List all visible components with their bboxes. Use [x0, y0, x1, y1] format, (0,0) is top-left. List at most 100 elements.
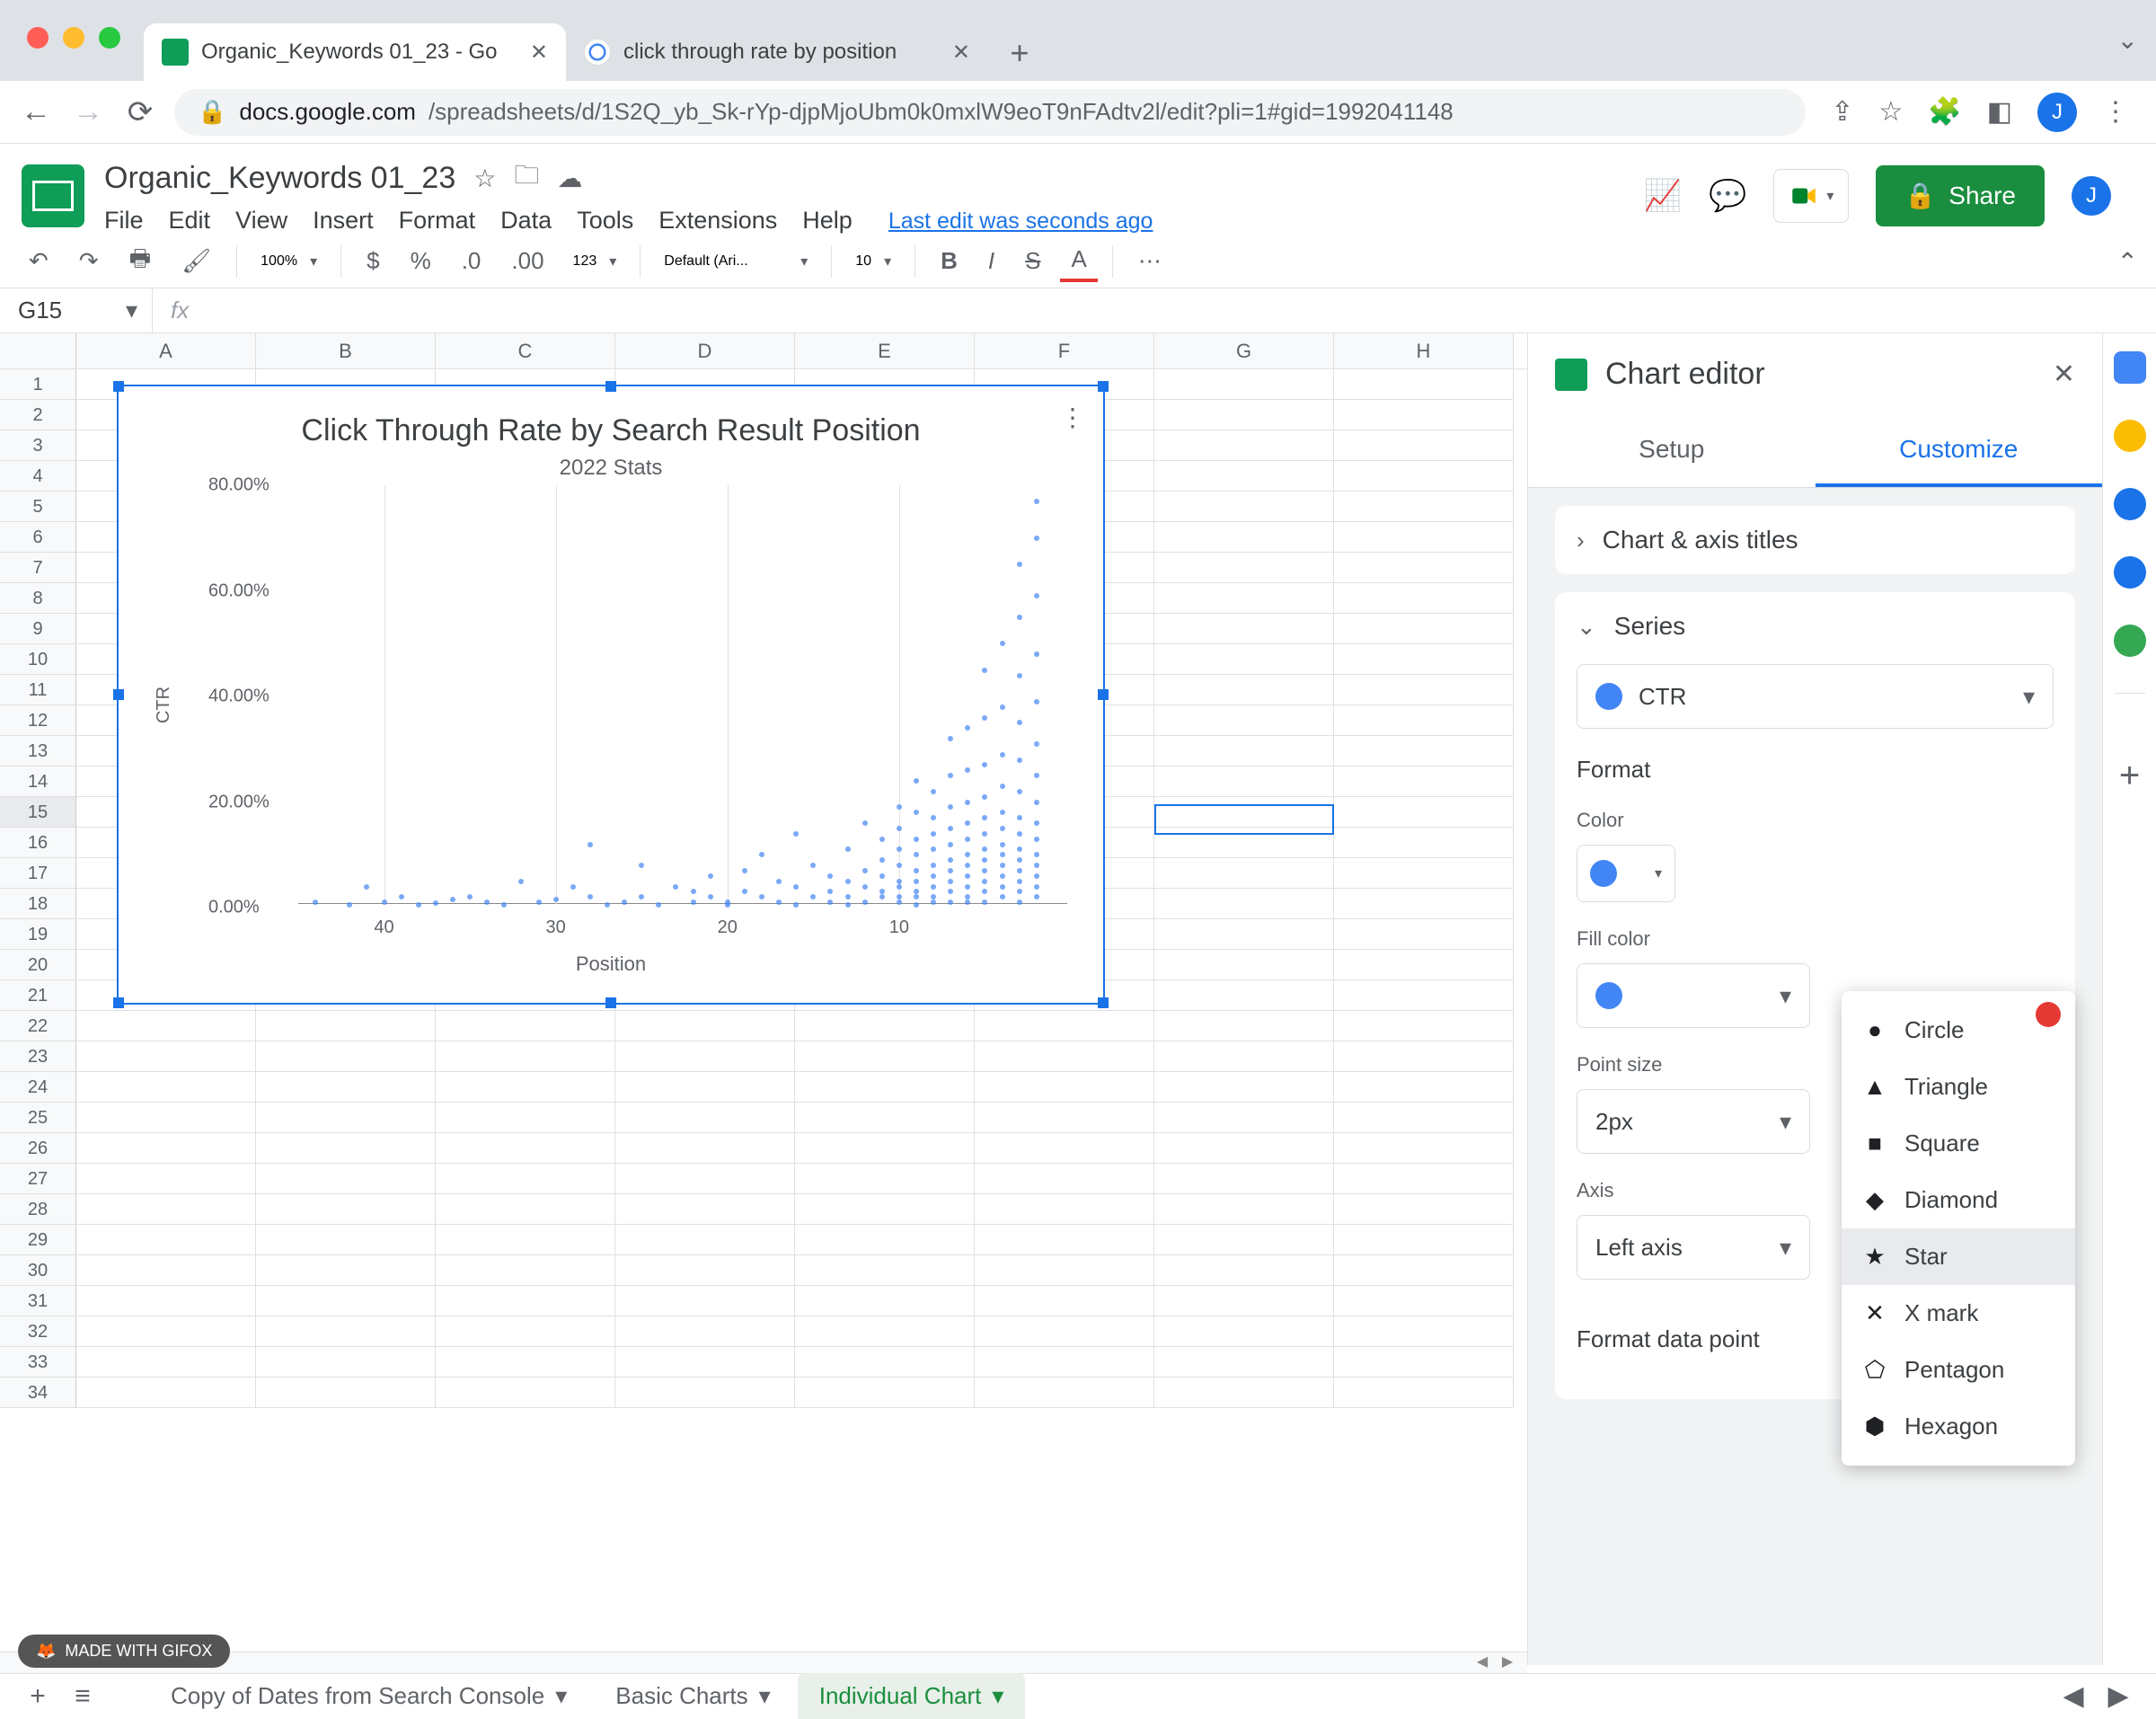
cell[interactable]	[1154, 369, 1334, 400]
cell[interactable]	[615, 1316, 795, 1347]
cell[interactable]	[1154, 1316, 1334, 1347]
cell[interactable]	[1154, 950, 1334, 980]
row-header[interactable]: 27	[0, 1164, 76, 1194]
cell[interactable]	[795, 1378, 975, 1408]
row-header[interactable]: 22	[0, 1011, 76, 1041]
cell[interactable]	[795, 1286, 975, 1316]
cell[interactable]	[76, 1225, 256, 1255]
cell[interactable]	[1154, 1194, 1334, 1225]
cell[interactable]	[795, 1347, 975, 1378]
formula-bar[interactable]	[207, 288, 2156, 332]
col-header[interactable]: D	[615, 333, 795, 368]
menu-format[interactable]: Format	[399, 207, 476, 235]
col-header[interactable]: F	[975, 333, 1154, 368]
row-header[interactable]: 29	[0, 1225, 76, 1255]
font-size-select[interactable]: 10▾	[846, 253, 900, 270]
share-button[interactable]: 🔒 Share	[1876, 165, 2045, 226]
cell[interactable]	[1154, 766, 1334, 797]
star-icon[interactable]: ☆	[1878, 96, 1903, 128]
tab-customize[interactable]: Customize	[1816, 415, 2103, 487]
menu-insert[interactable]: Insert	[313, 207, 374, 235]
cell[interactable]	[256, 1133, 436, 1164]
cell[interactable]	[1154, 1225, 1334, 1255]
cell[interactable]	[1334, 889, 1514, 919]
cell[interactable]	[615, 1103, 795, 1133]
increase-decimal-button[interactable]: .00	[500, 242, 554, 280]
cell[interactable]	[436, 1316, 615, 1347]
italic-button[interactable]: I	[977, 242, 1005, 280]
cell[interactable]	[615, 1255, 795, 1286]
shape-option-square[interactable]: ■Square	[1842, 1115, 2075, 1172]
cell[interactable]	[615, 1286, 795, 1316]
cell[interactable]	[76, 1286, 256, 1316]
cell[interactable]	[615, 1194, 795, 1225]
row-header[interactable]: 16	[0, 828, 76, 858]
cell[interactable]	[1334, 675, 1514, 705]
cell[interactable]	[975, 1133, 1154, 1164]
percent-button[interactable]: %	[400, 242, 442, 280]
cell[interactable]	[615, 1164, 795, 1194]
cell[interactable]	[436, 1103, 615, 1133]
cell[interactable]	[1154, 889, 1334, 919]
cell[interactable]	[1154, 980, 1334, 1011]
cell[interactable]	[1334, 1164, 1514, 1194]
cell[interactable]	[1154, 1133, 1334, 1164]
cell[interactable]	[1154, 430, 1334, 461]
scroll-sheets-left[interactable]: ◀	[2054, 1677, 2093, 1716]
row-header[interactable]: 32	[0, 1316, 76, 1347]
cell[interactable]	[1334, 553, 1514, 583]
row-header[interactable]: 6	[0, 522, 76, 553]
cell[interactable]	[1334, 1255, 1514, 1286]
reload-button[interactable]: ⟳	[122, 94, 158, 130]
format-123-button[interactable]: 123▾	[564, 253, 626, 270]
tab-setup[interactable]: Setup	[1528, 415, 1816, 487]
row-header[interactable]: 3	[0, 430, 76, 461]
cell[interactable]	[256, 1316, 436, 1347]
panel-icon[interactable]: ◧	[1987, 96, 2012, 128]
all-sheets-button[interactable]: ≡	[63, 1677, 102, 1716]
cell[interactable]	[256, 1378, 436, 1408]
menu-help[interactable]: Help	[802, 207, 853, 235]
sheet-tab[interactable]: Copy of Dates from Search Console▾	[149, 1673, 588, 1719]
cell[interactable]	[975, 1347, 1154, 1378]
tab-close-icon[interactable]: ✕	[530, 40, 548, 66]
cell[interactable]	[615, 1072, 795, 1103]
cell[interactable]	[1334, 705, 1514, 736]
cell[interactable]	[1154, 1041, 1334, 1072]
series-header[interactable]: ⌄Series	[1577, 612, 2054, 641]
cell[interactable]	[1154, 400, 1334, 430]
embedded-chart[interactable]: ⋮ Click Through Rate by Search Result Po…	[117, 385, 1105, 1005]
cell[interactable]	[256, 1103, 436, 1133]
row-header[interactable]: 26	[0, 1133, 76, 1164]
sheet-tab[interactable]: Basic Charts▾	[594, 1673, 791, 1719]
cell[interactable]	[795, 1316, 975, 1347]
undo-button[interactable]: ↶	[18, 242, 59, 280]
shape-option-xmark[interactable]: ✕X mark	[1842, 1285, 2075, 1342]
account-avatar[interactable]: J	[2072, 176, 2111, 216]
cell[interactable]	[76, 1194, 256, 1225]
cell[interactable]	[1154, 858, 1334, 889]
row-header[interactable]: 33	[0, 1347, 76, 1378]
cell[interactable]	[1334, 950, 1514, 980]
row-header[interactable]: 24	[0, 1072, 76, 1103]
cell[interactable]	[1154, 1255, 1334, 1286]
cell[interactable]	[615, 1041, 795, 1072]
col-header[interactable]: E	[795, 333, 975, 368]
cell[interactable]	[1334, 461, 1514, 492]
row-header[interactable]: 8	[0, 583, 76, 614]
move-icon[interactable]: 🗀	[514, 156, 539, 199]
close-window[interactable]	[27, 27, 49, 49]
cell[interactable]	[76, 1041, 256, 1072]
chrome-menu-icon[interactable]: ⋮	[2102, 96, 2129, 128]
cell[interactable]	[1334, 430, 1514, 461]
cell[interactable]	[1334, 644, 1514, 675]
series-select[interactable]: CTR ▾	[1577, 664, 2054, 729]
cell[interactable]	[1334, 614, 1514, 644]
cell[interactable]	[1334, 1378, 1514, 1408]
redo-button[interactable]: ↷	[68, 242, 110, 280]
cell[interactable]	[1154, 797, 1334, 828]
cell[interactable]	[1334, 766, 1514, 797]
spreadsheet-grid[interactable]: A B C D E F G H 123456789101112131415161…	[0, 333, 1527, 1665]
row-header[interactable]: 2	[0, 400, 76, 430]
cell[interactable]	[76, 1164, 256, 1194]
